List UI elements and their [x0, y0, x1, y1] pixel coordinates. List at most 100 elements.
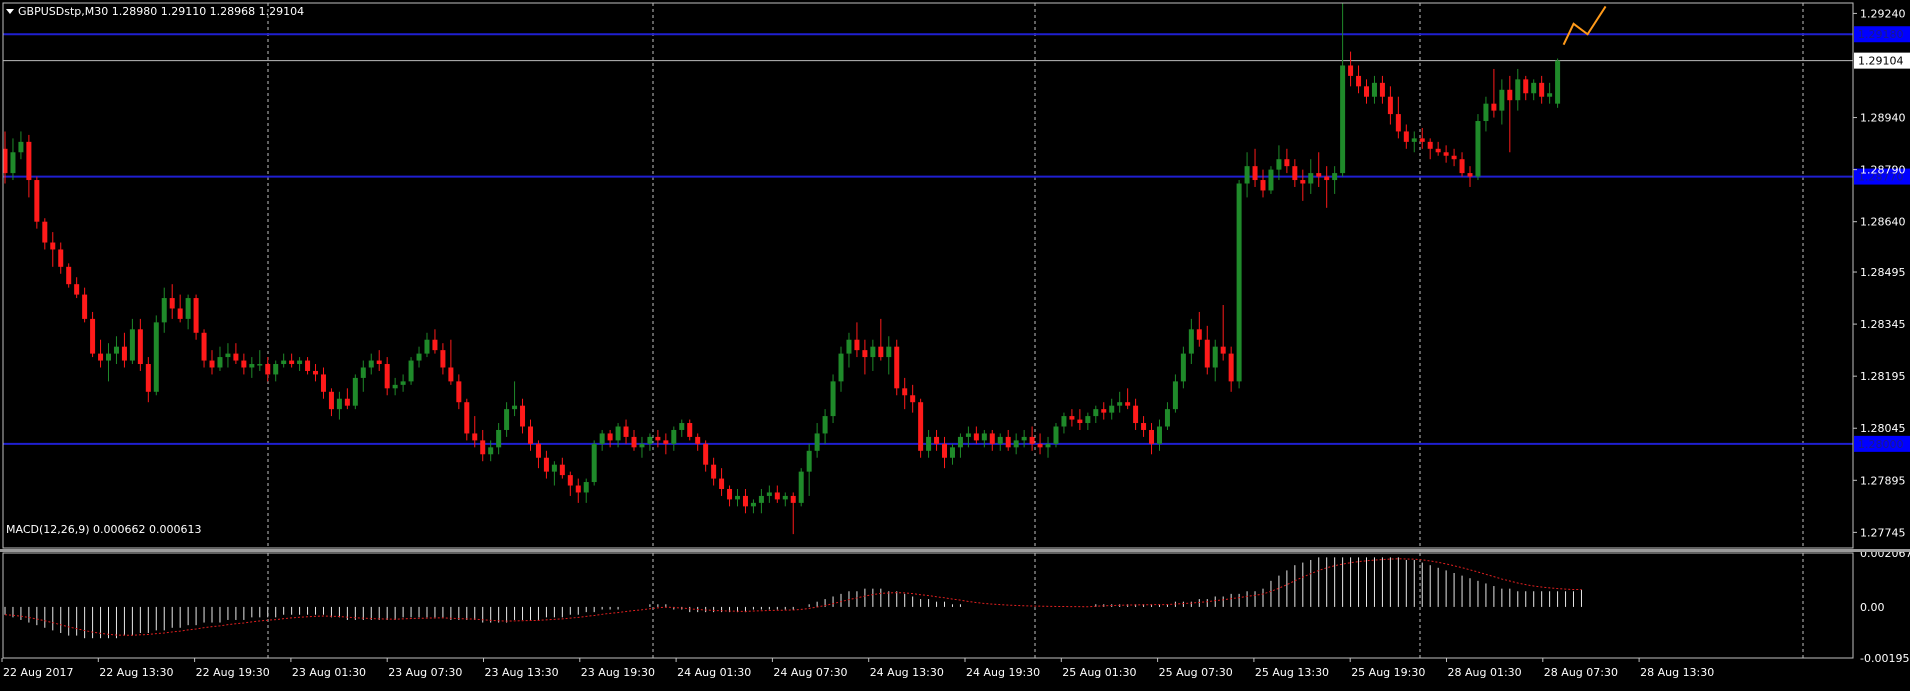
- bull-candle: [1308, 173, 1314, 184]
- bear-candle: [42, 221, 48, 243]
- bull-candle: [504, 409, 510, 430]
- bull-candle: [949, 447, 955, 458]
- bear-candle: [1077, 419, 1083, 424]
- bear-candle: [655, 436, 661, 441]
- bear-candle: [289, 360, 295, 365]
- bull-candle: [1117, 402, 1123, 406]
- bull-candle: [870, 346, 876, 358]
- bear-candle: [559, 464, 565, 476]
- bull-candle: [297, 360, 303, 365]
- bull-candle: [1156, 426, 1162, 444]
- bull-candle: [273, 364, 279, 375]
- bear-candle: [1356, 75, 1362, 87]
- bull-candle: [1411, 138, 1417, 142]
- bear-candle: [169, 298, 175, 309]
- bear-candle: [1228, 353, 1234, 382]
- bull-candle: [814, 433, 820, 451]
- bull-candle: [679, 423, 685, 430]
- bull-candle: [1045, 443, 1051, 448]
- bull-candle: [806, 450, 812, 472]
- bear-candle: [1141, 423, 1147, 430]
- bear-candle: [703, 443, 709, 465]
- time-tick-label: 25 Aug 19:30: [1351, 666, 1425, 679]
- bull-candle: [18, 141, 24, 153]
- bear-candle: [1037, 443, 1043, 448]
- bull-candle: [153, 322, 159, 392]
- bear-candle: [1101, 409, 1107, 413]
- bull-candle: [1547, 93, 1553, 97]
- current-price-label: 1.29104: [1858, 55, 1904, 68]
- bear-candle: [233, 353, 239, 361]
- level-price-label: 1.29180: [1858, 28, 1904, 41]
- bull-candle: [766, 492, 772, 496]
- bull-candle: [424, 339, 430, 354]
- bear-candle: [607, 433, 613, 441]
- bull-candle: [1053, 426, 1059, 444]
- bear-candle: [26, 141, 32, 181]
- bull-candle: [1475, 121, 1481, 177]
- time-tick-label: 23 Aug 01:30: [292, 666, 366, 679]
- bull-candle: [185, 298, 191, 319]
- time-tick-label: 23 Aug 13:30: [485, 666, 559, 679]
- bull-candle: [416, 353, 422, 361]
- bear-candle: [305, 360, 311, 371]
- bull-candle: [615, 426, 621, 441]
- bear-candle: [623, 426, 629, 437]
- bear-candle: [1395, 114, 1401, 132]
- bull-candle: [129, 329, 135, 361]
- bear-candle: [1435, 148, 1441, 153]
- bear-candle: [448, 367, 454, 382]
- macd-tick-label: 0.002067: [1860, 547, 1910, 560]
- bull-candle: [1093, 409, 1099, 417]
- bull-candle: [846, 339, 852, 354]
- panel-splitter: [0, 549, 1910, 552]
- bull-candle: [957, 436, 963, 448]
- bull-candle: [225, 353, 231, 358]
- bear-candle: [520, 405, 526, 427]
- bull-candle: [1555, 60, 1561, 104]
- chart-canvas[interactable]: 1.291801.287701.28000 1.292401.289401.28…: [0, 0, 1910, 687]
- bear-candle: [1029, 436, 1035, 444]
- bull-candle: [1109, 405, 1115, 413]
- bear-candle: [98, 353, 104, 361]
- bear-candle: [121, 346, 127, 361]
- bear-candle: [575, 485, 581, 493]
- bull-candle: [368, 360, 374, 368]
- bear-candle: [902, 388, 908, 396]
- time-tick-label: 22 Aug 2017: [3, 666, 73, 679]
- bear-candle: [535, 443, 541, 458]
- bull-candle: [599, 433, 605, 444]
- bull-candle: [113, 346, 119, 354]
- bear-candle: [328, 391, 334, 410]
- bear-candle: [376, 360, 382, 365]
- bear-candle: [209, 360, 215, 368]
- time-tick-label: 23 Aug 19:30: [581, 666, 655, 679]
- bull-candle: [161, 298, 167, 323]
- bull-candle: [512, 405, 518, 410]
- bear-candle: [177, 308, 183, 319]
- bear-candle: [1204, 339, 1210, 368]
- bull-candle: [1236, 183, 1242, 382]
- bear-candle: [727, 488, 733, 500]
- bull-candle: [838, 353, 844, 382]
- bull-candle: [965, 433, 971, 437]
- bull-candle: [1180, 353, 1186, 382]
- bull-candle: [400, 381, 406, 385]
- bear-candle: [1387, 96, 1393, 115]
- bear-candle: [1403, 131, 1409, 142]
- bear-candle: [711, 464, 717, 479]
- bull-candle: [997, 436, 1003, 444]
- bull-candle: [782, 495, 788, 500]
- bull-candle: [1268, 169, 1274, 191]
- bear-candle: [1252, 166, 1258, 181]
- bull-candle: [392, 384, 398, 389]
- price-tick-label: 1.29240: [1860, 7, 1906, 20]
- bear-candle: [527, 426, 533, 444]
- bull-candle: [281, 360, 287, 365]
- bear-candle: [878, 346, 884, 358]
- bear-candle: [313, 370, 319, 375]
- bull-candle: [1332, 173, 1338, 181]
- bear-candle: [440, 350, 446, 368]
- chart-window[interactable]: 1.29180 1.28770 1.28000 1.29240 1.28940 1.28…: [0, 0, 1910, 687]
- time-tick-label: 25 Aug 07:30: [1159, 666, 1233, 679]
